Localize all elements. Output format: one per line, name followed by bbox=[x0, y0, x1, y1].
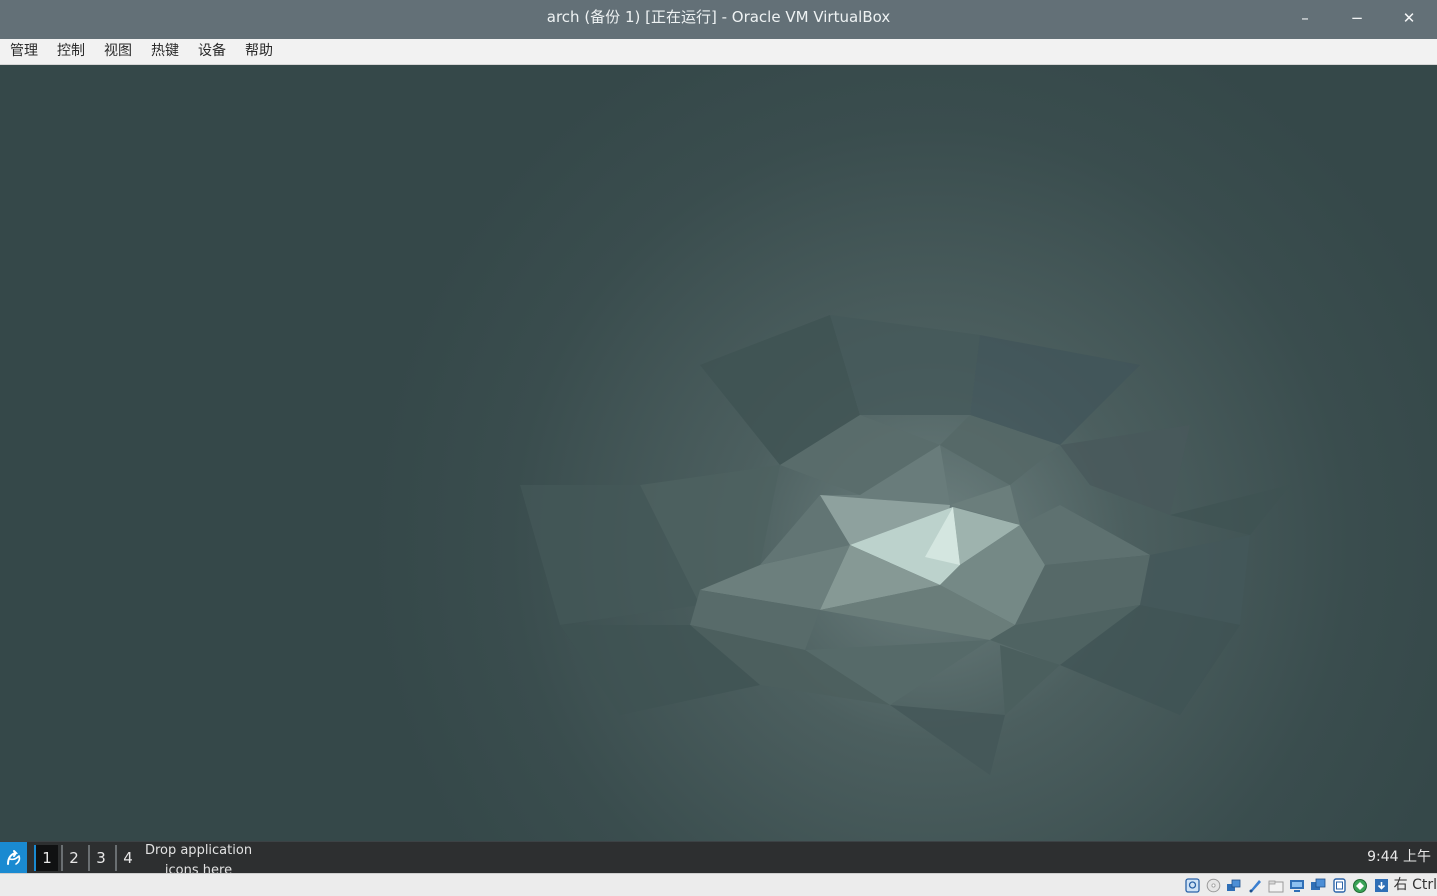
close-button[interactable]: ✕ bbox=[1395, 5, 1423, 31]
workspace-4[interactable]: 4 bbox=[115, 845, 139, 871]
workspace-2[interactable]: 2 bbox=[61, 845, 85, 871]
menu-view[interactable]: 视图 bbox=[94, 39, 141, 64]
usb-icon[interactable] bbox=[1268, 877, 1285, 894]
drop-hint-line1: Drop application bbox=[144, 843, 253, 858]
window-title: arch (备份 1) [正在运行] - Oracle VM VirtualBo… bbox=[546, 8, 891, 26]
mouse-integration-icon[interactable] bbox=[1373, 877, 1390, 894]
guest-desktop[interactable] bbox=[0, 65, 1437, 841]
vm-status-bar: 右 Ctrl bbox=[0, 873, 1437, 896]
menu-help[interactable]: 帮助 bbox=[235, 39, 282, 64]
video-capture-icon[interactable] bbox=[1331, 877, 1348, 894]
audio-icon[interactable] bbox=[1226, 877, 1243, 894]
menu-hotkeys[interactable]: 热键 bbox=[141, 39, 188, 64]
menu-bar: 管理 控制 视图 热键 设备 帮助 bbox=[0, 39, 1437, 65]
menu-control[interactable]: 控制 bbox=[47, 39, 94, 64]
menu-devices[interactable]: 设备 bbox=[188, 39, 235, 64]
applications-menu-button[interactable] bbox=[0, 842, 27, 873]
shared-folder-icon[interactable] bbox=[1289, 877, 1306, 894]
workspace-3[interactable]: 3 bbox=[88, 845, 112, 871]
cpu-icon[interactable] bbox=[1352, 877, 1369, 894]
xfce-menu-icon bbox=[6, 849, 20, 865]
desktop-wallpaper bbox=[0, 65, 1437, 841]
network-icon[interactable] bbox=[1247, 877, 1264, 894]
optical-drive-icon[interactable] bbox=[1205, 877, 1222, 894]
workspace-1[interactable]: 1 bbox=[34, 845, 58, 871]
menu-manage[interactable]: 管理 bbox=[0, 39, 47, 64]
hard-disk-icon[interactable] bbox=[1184, 877, 1201, 894]
display-icon[interactable] bbox=[1310, 877, 1327, 894]
panel-clock[interactable]: 9:44 上午 bbox=[1367, 842, 1431, 873]
guest-taskbar-panel: 1 2 3 4 Drop application icons here 9:44… bbox=[0, 841, 1437, 878]
restore-button[interactable]: − bbox=[1343, 5, 1371, 31]
minimize-button[interactable]: – bbox=[1291, 5, 1319, 31]
title-bar: arch (备份 1) [正在运行] - Oracle VM VirtualBo… bbox=[0, 0, 1437, 39]
host-key-label[interactable]: 右 Ctrl bbox=[1394, 876, 1437, 895]
